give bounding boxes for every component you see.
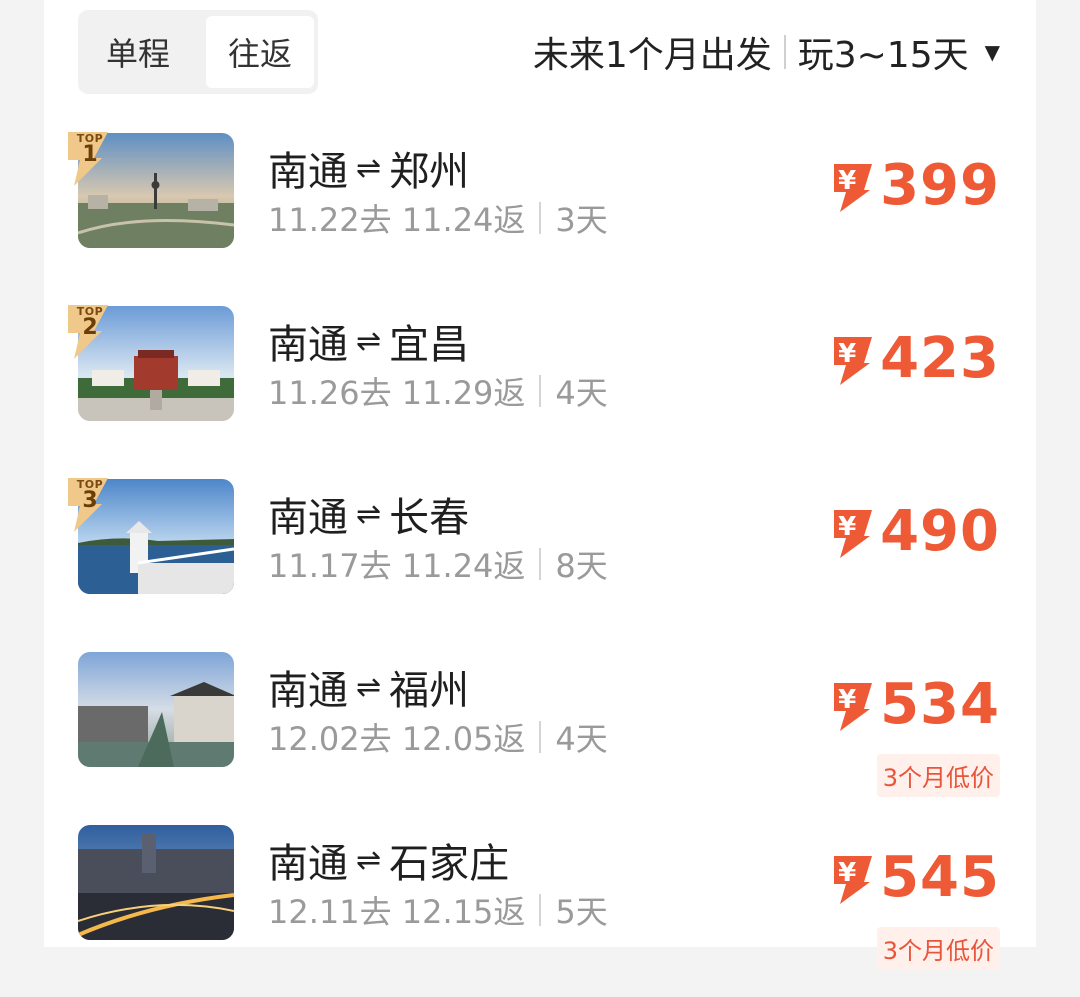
route-title: 南通 ⇌ 郑州 xyxy=(268,139,469,197)
low-price-badge: 3个月低价 xyxy=(876,927,1000,970)
depart-date: 11.17去 xyxy=(268,547,392,585)
roundtrip-arrow-icon: ⇌ xyxy=(356,323,382,359)
yen-tag-icon: ¥ xyxy=(832,160,874,212)
origin-city: 南通 xyxy=(268,841,348,887)
trip-days: 4天 xyxy=(555,720,608,758)
depart-date: 12.11去 xyxy=(268,893,392,931)
origin-city: 南通 xyxy=(268,322,348,368)
return-date: 11.24返 xyxy=(401,201,526,239)
trip-dates: 12.11去 12.15返 5天 xyxy=(268,887,608,933)
price: ¥ 545 xyxy=(832,845,1000,910)
price-value: 534 xyxy=(880,672,1000,737)
return-date: 12.05返 xyxy=(401,720,526,758)
trip-dates: 12.02去 12.05返 4天 xyxy=(268,714,608,760)
tab-oneway[interactable]: 单程 xyxy=(84,16,192,88)
destination-city: 长春 xyxy=(389,495,470,541)
yen-tag-icon: ¥ xyxy=(832,852,874,904)
route-row[interactable]: 南通 ⇌ 石家庄 12.11去 12.15返 5天 ¥ 545 3个月低价 xyxy=(0,825,1080,997)
destination-city: 石家庄 xyxy=(389,841,510,887)
yen-tag-icon: ¥ xyxy=(832,506,874,558)
route-row[interactable]: TOP 2 南通 ⇌ 宜昌 11.26去 11.29返 4天 ¥ 423 xyxy=(0,305,1080,478)
depart-date: 12.02去 xyxy=(268,720,392,758)
route-row[interactable]: 南通 ⇌ 福州 12.02去 12.05返 4天 ¥ 534 3个月低价 xyxy=(0,652,1080,824)
trip-dates: 11.26去 11.29返 4天 xyxy=(268,368,608,414)
trip-dates: 11.17去 11.24返 8天 xyxy=(268,541,608,587)
price: ¥ 423 xyxy=(832,326,1000,391)
destination-city: 郑州 xyxy=(389,149,470,195)
top-rank-badge: TOP 3 xyxy=(64,474,116,534)
trip-type-toggle: 单程 往返 xyxy=(78,10,318,94)
yen-tag-icon: ¥ xyxy=(832,333,874,385)
caret-down-icon[interactable]: ▼ xyxy=(985,40,1000,64)
price: ¥ 490 xyxy=(832,499,1000,564)
origin-city: 南通 xyxy=(268,668,348,714)
filter-divider xyxy=(783,35,786,69)
trip-days: 8天 xyxy=(555,547,608,585)
route-title: 南通 ⇌ 宜昌 xyxy=(268,312,469,370)
route-row[interactable]: TOP 3 南通 ⇌ 长春 11.17去 11.24返 8天 ¥ 490 xyxy=(0,478,1080,651)
roundtrip-arrow-icon: ⇌ xyxy=(356,150,382,186)
destination-photo xyxy=(78,652,234,767)
trip-dates: 11.22去 11.24返 3天 xyxy=(268,195,608,241)
destination-city: 宜昌 xyxy=(389,322,470,368)
route-title: 南通 ⇌ 石家庄 xyxy=(268,831,509,889)
filter-duration[interactable]: 玩3~15天 xyxy=(798,26,969,78)
tab-roundtrip[interactable]: 往返 xyxy=(206,16,314,88)
low-price-badge: 3个月低价 xyxy=(876,754,1000,797)
trip-days: 3天 xyxy=(555,201,608,239)
origin-city: 南通 xyxy=(268,495,348,541)
route-title: 南通 ⇌ 长春 xyxy=(268,485,469,543)
roundtrip-arrow-icon: ⇌ xyxy=(356,842,382,878)
return-date: 11.24返 xyxy=(401,547,526,585)
depart-date: 11.26去 xyxy=(268,374,392,412)
top-rank-badge: TOP 2 xyxy=(64,301,116,361)
return-date: 12.15返 xyxy=(401,893,526,931)
depart-date: 11.22去 xyxy=(268,201,392,239)
trip-days: 5天 xyxy=(555,893,608,931)
destination-photo xyxy=(78,825,234,940)
top-rank-badge: TOP 1 xyxy=(64,128,116,188)
return-date: 11.29返 xyxy=(401,374,526,412)
price-value: 399 xyxy=(880,153,1000,218)
price-value: 423 xyxy=(880,326,1000,391)
route-row[interactable]: TOP 1 南通 ⇌ 郑州 11.22去 11.24返 3天 ¥ 399 xyxy=(0,132,1080,305)
price: ¥ 399 xyxy=(832,153,1000,218)
filter-period[interactable]: 未来1个月出发 xyxy=(533,26,772,78)
price: ¥ 534 xyxy=(832,672,1000,737)
roundtrip-arrow-icon: ⇌ xyxy=(356,496,382,532)
route-title: 南通 ⇌ 福州 xyxy=(268,658,469,716)
price-value: 545 xyxy=(880,845,1000,910)
date-duration-filter[interactable]: 未来1个月出发 玩3~15天 ▼ xyxy=(533,24,1000,80)
yen-tag-icon: ¥ xyxy=(832,679,874,731)
origin-city: 南通 xyxy=(268,149,348,195)
destination-city: 福州 xyxy=(389,668,470,714)
roundtrip-arrow-icon: ⇌ xyxy=(356,669,382,705)
trip-days: 4天 xyxy=(555,374,608,412)
price-value: 490 xyxy=(880,499,1000,564)
